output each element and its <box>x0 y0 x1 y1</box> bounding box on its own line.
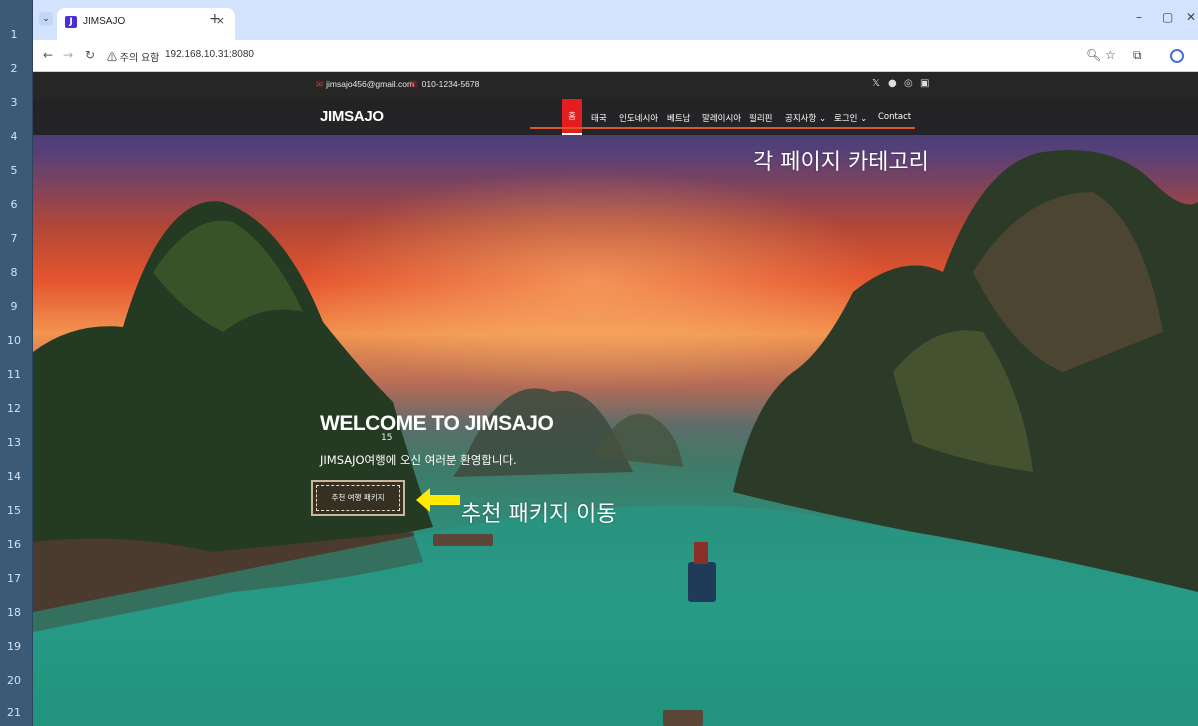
row-number: 8 <box>10 266 18 279</box>
website-viewport: ✉ jimsajo456@gmail.com ☏ 010-1234-5678 𝕏 ●… <box>33 72 1198 726</box>
site-navbar: JIMSAJO 홈 태국 인도네시아 베트남 말레이시아 필리핀 공지사항 ⌄ … <box>33 99 1198 135</box>
x-icon[interactable]: 𝕏 <box>872 78 880 89</box>
row-number: 6 <box>10 198 18 211</box>
youtube-icon[interactable]: ▣ <box>920 78 929 89</box>
tab-bar: ⌄ J JIMSAJO × + – ▢ ✕ <box>33 0 1198 40</box>
recommended-package-button[interactable]: 추천 여행 패키지 <box>311 480 405 516</box>
nav-indonesia[interactable]: 인도네시아 <box>619 112 658 124</box>
nav-login-dropdown[interactable]: 로그인 ⌄ <box>834 112 867 124</box>
categories-annotation: 각 페이지 카테고리 <box>753 150 929 175</box>
row-number: 3 <box>10 96 18 109</box>
row-number: 2 <box>10 62 18 75</box>
forward-icon[interactable]: → <box>63 48 73 62</box>
package-annotation: 추천 패키지 이동 <box>461 502 617 527</box>
instagram-icon[interactable]: ◎ <box>904 78 913 89</box>
nav-notice-dropdown[interactable]: 공지사항 ⌄ <box>785 112 826 124</box>
row-number: 5 <box>10 164 18 177</box>
hero-subtitle: JIMSAJO여행에 오신 여러분 환영합니다. <box>320 453 517 467</box>
email-text: jimsajo456@gmail.com <box>326 79 415 89</box>
page-number: 15 <box>381 433 393 443</box>
mail-icon: ✉ <box>316 79 324 89</box>
row-number: 21 <box>7 706 21 719</box>
phone-text: 010-1234-5678 <box>421 79 480 89</box>
line-number-gutter: 1 2 3 4 5 6 7 8 9 10 11 12 13 14 15 16 1… <box>0 0 33 726</box>
minimize-button[interactable]: – <box>1136 10 1142 24</box>
address-bar[interactable]: ⚠ 주의 요함 192.168.10.31:8080 <box>107 46 267 66</box>
new-tab-button[interactable]: + <box>209 11 221 27</box>
row-number: 12 <box>7 402 21 415</box>
email-contact[interactable]: ✉ jimsajo456@gmail.com <box>316 79 414 90</box>
row-number: 9 <box>10 300 18 313</box>
url-text[interactable]: 192.168.10.31:8080 <box>165 49 254 60</box>
nav-vietnam[interactable]: 베트남 <box>667 112 690 124</box>
bay-landscape-illustration <box>33 150 1198 726</box>
site-logo[interactable]: JIMSAJO <box>320 108 384 125</box>
phone-icon: ☏ <box>408 79 419 89</box>
nav-thailand[interactable]: 태국 <box>591 112 607 124</box>
row-number: 10 <box>7 334 21 347</box>
row-number: 15 <box>7 504 21 517</box>
tab-search-chevron-icon[interactable]: ⌄ <box>39 12 53 26</box>
row-number: 1 <box>10 28 18 41</box>
menu-highlight-underline <box>530 127 915 129</box>
reload-icon[interactable]: ↻ <box>85 48 95 62</box>
row-number: 19 <box>7 640 21 653</box>
row-number: 13 <box>7 436 21 449</box>
zoom-icon[interactable]: 🔍︎ <box>1086 48 1101 62</box>
home-active-indicator <box>562 133 582 135</box>
security-warning-label[interactable]: ⚠ 주의 요함 <box>107 49 159 64</box>
nav-philippines[interactable]: 필리핀 <box>749 112 772 124</box>
close-window-button[interactable]: ✕ <box>1186 10 1196 24</box>
favicon-icon: J <box>65 16 77 28</box>
row-number: 7 <box>10 232 18 245</box>
nav-malaysia[interactable]: 말레이시아 <box>702 112 741 124</box>
profile-avatar-icon[interactable] <box>1170 49 1184 63</box>
row-number: 18 <box>7 606 21 619</box>
extensions-icon[interactable]: ⧉ <box>1133 48 1142 63</box>
row-number: 20 <box>7 674 21 687</box>
site-topbar: ✉ jimsajo456@gmail.com ☏ 010-1234-5678 𝕏 ●… <box>33 72 1198 99</box>
arrow-left-icon <box>416 488 460 512</box>
nav-home[interactable]: 홈 <box>562 99 582 135</box>
phone-contact[interactable]: ☏ 010-1234-5678 <box>408 79 479 90</box>
hero-title: WELCOME TO JIMSAJO <box>320 412 554 435</box>
row-number: 11 <box>7 368 21 381</box>
facebook-icon[interactable]: ● <box>888 78 897 89</box>
row-number: 14 <box>7 470 21 483</box>
tab-title: JIMSAJO <box>83 16 126 27</box>
row-number: 4 <box>10 130 18 143</box>
nav-contact[interactable]: Contact <box>878 112 911 122</box>
browser-toolbar: ← → ↻ ⚠ 주의 요함 192.168.10.31:8080 🔍︎ ☆ ⧉ <box>33 40 1198 72</box>
row-number: 17 <box>7 572 21 585</box>
maximize-button[interactable]: ▢ <box>1162 10 1173 24</box>
bookmark-star-icon[interactable]: ☆ <box>1105 48 1116 62</box>
back-icon[interactable]: ← <box>43 48 53 62</box>
browser-window: ⌄ J JIMSAJO × + – ▢ ✕ ← → ↻ ⚠ 주의 요함 192.… <box>33 0 1198 726</box>
row-number: 16 <box>7 538 21 551</box>
